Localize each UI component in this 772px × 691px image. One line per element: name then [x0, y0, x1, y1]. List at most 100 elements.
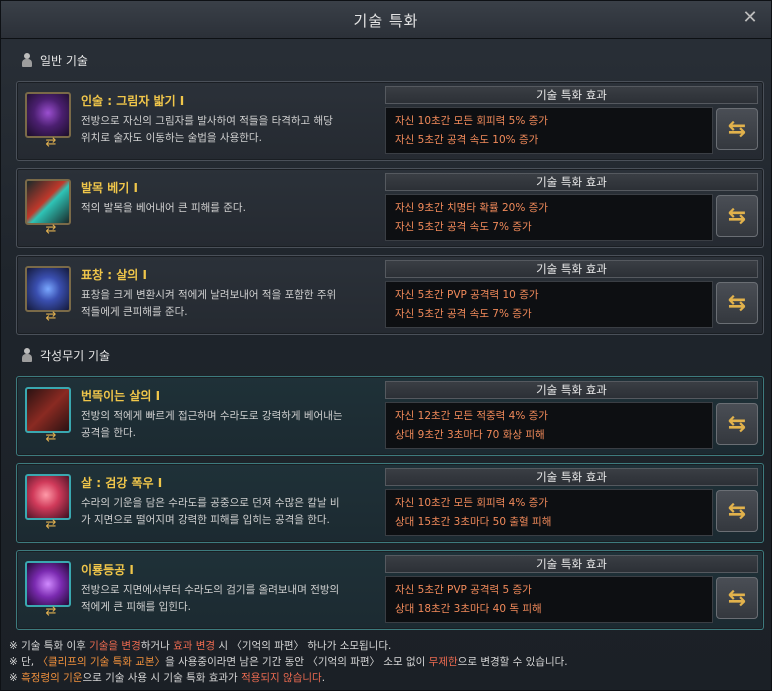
desc-line: 전방의 적에게 빠르게 접근하며 수라도로 강력하게 베어내는 [81, 410, 343, 422]
effect-line: 자신 10초간 모든 회피력 4% 증가 [395, 497, 548, 509]
swap-arrows-icon: ⇆ [727, 411, 747, 437]
note-text: ※ 단, [9, 656, 38, 668]
effect-line: 자신 10초간 모든 회피력 5% 증가 [395, 115, 548, 127]
note-highlight: 〈클리프의 기술 특화 교본〉 [37, 656, 166, 668]
note-line: ※ 흑정령의 기운으로 기술 사용 시 기술 특화 효과가 적용되지 않습니다. [9, 670, 769, 686]
note-highlight: 무제한 [428, 656, 458, 668]
skill-description: 적의 발목을 베어내어 큰 피해를 준다. [81, 200, 381, 217]
change-effect-button[interactable]: ⇆ [716, 108, 758, 150]
note-text: 하거나 [140, 640, 174, 652]
swap-arrows-icon: ⇆ [727, 203, 747, 229]
swap-arrows-icon: ⇆ [727, 585, 747, 611]
skill-icon-dragon-rise[interactable]: ⇄ [25, 561, 71, 619]
section-general: 일반 기술 [21, 50, 88, 70]
skill-card: ⇄ 살 : 검강 폭우 I 수라의 기운을 담은 수라도를 공중으로 던져 수많… [16, 463, 764, 543]
skill-name: 발목 베기 I [81, 181, 138, 195]
effect-line: 자신 9초간 치명타 확률 20% 증가 [395, 202, 548, 214]
skill-name: 이룡등공 I [81, 563, 134, 577]
desc-line: 전방으로 지면에서부터 수라도의 검기를 올려보내며 전방의 [81, 584, 340, 596]
desc-line: 적의 발목을 베어내어 큰 피해를 준다. [81, 202, 246, 214]
swap-icon: ⇄ [45, 604, 57, 619]
desc-line: 전방으로 자신의 그림자를 발사하여 적들을 타격하고 해당 [81, 115, 333, 127]
desc-line: 공격을 한다. [81, 427, 136, 439]
note-line: ※ 단, 〈클리프의 기술 특화 교본〉을 사용중이라면 남은 기간 동안 〈기… [9, 654, 769, 670]
note-text: 시 〈기억의 파편〉 하나가 소모됩니다. [215, 640, 392, 652]
change-effect-button[interactable]: ⇆ [716, 490, 758, 532]
window-title: 기술 특화 [353, 12, 419, 30]
note-text: 으로 변경할 수 있습니다. [457, 656, 568, 668]
desc-line: 수라의 기운을 담은 수라도를 공중으로 던져 수많은 칼날 비 [81, 497, 340, 509]
swap-icon: ⇄ [45, 430, 57, 445]
effect-header: 기술 특화 효과 [385, 260, 758, 278]
swap-icon: ⇄ [45, 222, 57, 237]
effect-box: 자신 5초간 PVP 공격력 10 증가 자신 5초간 공격 속도 7% 증가 [385, 281, 713, 328]
section-awakening: 각성무기 기술 [21, 345, 110, 365]
note-text: 을 사용중이라면 남은 기간 동안 〈기억의 파편〉 소모 없이 [165, 656, 429, 668]
swap-arrows-icon: ⇆ [727, 116, 747, 142]
skill-card: ⇄ 인술 : 그림자 밟기 I 전방으로 자신의 그림자를 발사하여 적들을 타… [16, 81, 764, 161]
skill-icon-ankle-cut[interactable]: ⇄ [25, 179, 71, 237]
close-icon[interactable]: ✕ [739, 7, 761, 29]
note-text: ※ [9, 672, 22, 684]
person-icon [21, 53, 33, 67]
effect-line: 상대 9초간 3초마다 70 화상 피해 [395, 429, 545, 441]
note-text: ※ 기술 특화 이후 [9, 640, 90, 652]
swap-icon: ⇄ [45, 135, 57, 150]
effect-line: 자신 5초간 PVP 공격력 5 증가 [395, 584, 532, 596]
note-highlight: 기술을 변경 [89, 640, 141, 652]
skill-description: 표창을 크게 변환시켜 적에게 날려보내어 적을 포함한 주위 적들에게 큰피해… [81, 287, 381, 321]
skill-description: 전방의 적에게 빠르게 접근하며 수라도로 강력하게 베어내는 공격을 한다. [81, 408, 381, 442]
skill-icon-shuriken[interactable]: ⇄ [25, 266, 71, 324]
section-title: 일반 기술 [40, 53, 88, 68]
note-text: . [321, 672, 326, 684]
footer-notes: ※ 기술 특화 이후 기술을 변경하거나 효과 변경 시 〈기억의 파편〉 하나… [9, 638, 769, 686]
effect-line: 자신 12초간 모든 적중력 4% 증가 [395, 410, 548, 422]
note-highlight: 효과 변경 [173, 640, 216, 652]
effect-line: 자신 5초간 공격 속도 7% 증가 [395, 221, 532, 233]
change-effect-button[interactable]: ⇆ [716, 195, 758, 237]
effect-line: 상대 18초간 3초마다 40 독 피해 [395, 603, 542, 615]
swap-icon: ⇄ [45, 517, 57, 532]
effect-box: 자신 10초간 모든 회피력 4% 증가 상대 15초간 3초마다 50 출혈 … [385, 489, 713, 536]
skill-icon-shadow-step[interactable]: ⇄ [25, 92, 71, 150]
effect-header: 기술 특화 효과 [385, 86, 758, 104]
skill-icon-blade-storm[interactable]: ⇄ [25, 474, 71, 532]
effect-header: 기술 특화 효과 [385, 381, 758, 399]
change-effect-button[interactable]: ⇆ [716, 577, 758, 619]
skill-icon-flashing-intent[interactable]: ⇄ [25, 387, 71, 445]
skill-card: ⇄ 번뜩이는 살의 I 전방의 적에게 빠르게 접근하며 수라도로 강력하게 베… [16, 376, 764, 456]
desc-line: 가 지면으로 떨어지며 강력한 피해를 입히는 공격을 한다. [81, 514, 330, 526]
effect-header: 기술 특화 효과 [385, 173, 758, 191]
effect-box: 자신 9초간 치명타 확률 20% 증가 자신 5초간 공격 속도 7% 증가 [385, 194, 713, 241]
note-highlight: 흑정령의 기운 [21, 672, 83, 684]
skill-description: 전방으로 지면에서부터 수라도의 검기를 올려보내며 전방의 적에게 큰 피해를… [81, 582, 381, 616]
skill-specialization-window: 기술 특화 ✕ 일반 기술 ⇄ 인술 : 그림자 밟기 I 전방으로 자신의 그… [0, 0, 772, 691]
skill-description: 수라의 기운을 담은 수라도를 공중으로 던져 수많은 칼날 비 가 지면으로 … [81, 495, 381, 529]
effect-box: 자신 5초간 PVP 공격력 5 증가 상대 18초간 3초마다 40 독 피해 [385, 576, 713, 623]
effect-box: 자신 10초간 모든 회피력 5% 증가 자신 5초간 공격 속도 10% 증가 [385, 107, 713, 154]
effect-line: 자신 5초간 공격 속도 7% 증가 [395, 308, 532, 320]
skill-name: 살 : 검강 폭우 I [81, 476, 163, 490]
skill-name: 인술 : 그림자 밟기 I [81, 94, 185, 108]
skill-card: ⇄ 표창 : 살의 I 표창을 크게 변환시켜 적에게 날려보내어 적을 포함한… [16, 255, 764, 335]
skill-name: 번뜩이는 살의 I [81, 389, 161, 403]
effect-header: 기술 특화 효과 [385, 468, 758, 486]
effect-line: 상대 15초간 3초마다 50 출혈 피해 [395, 516, 552, 528]
desc-line: 적에게 큰 피해를 입힌다. [81, 601, 191, 613]
title-bar[interactable]: 기술 특화 ✕ [1, 1, 771, 39]
skill-description: 전방으로 자신의 그림자를 발사하여 적들을 타격하고 해당 위치로 술자도 이… [81, 113, 381, 147]
swap-icon: ⇄ [45, 309, 57, 324]
change-effect-button[interactable]: ⇆ [716, 403, 758, 445]
note-line: ※ 기술 특화 이후 기술을 변경하거나 효과 변경 시 〈기억의 파편〉 하나… [9, 638, 769, 654]
change-effect-button[interactable]: ⇆ [716, 282, 758, 324]
desc-line: 위치로 술자도 이동하는 술법을 사용한다. [81, 132, 262, 144]
section-title: 각성무기 기술 [40, 348, 111, 363]
note-highlight: 적용되지 않습니다 [241, 672, 322, 684]
person-icon [21, 348, 33, 362]
swap-arrows-icon: ⇆ [727, 498, 747, 524]
swap-arrows-icon: ⇆ [727, 290, 747, 316]
effect-box: 자신 12초간 모든 적중력 4% 증가 상대 9초간 3초마다 70 화상 피… [385, 402, 713, 449]
desc-line: 적들에게 큰피해를 준다. [81, 306, 188, 318]
effect-line: 자신 5초간 공격 속도 10% 증가 [395, 134, 539, 146]
note-text: 으로 기술 사용 시 기술 특화 효과가 [82, 672, 242, 684]
